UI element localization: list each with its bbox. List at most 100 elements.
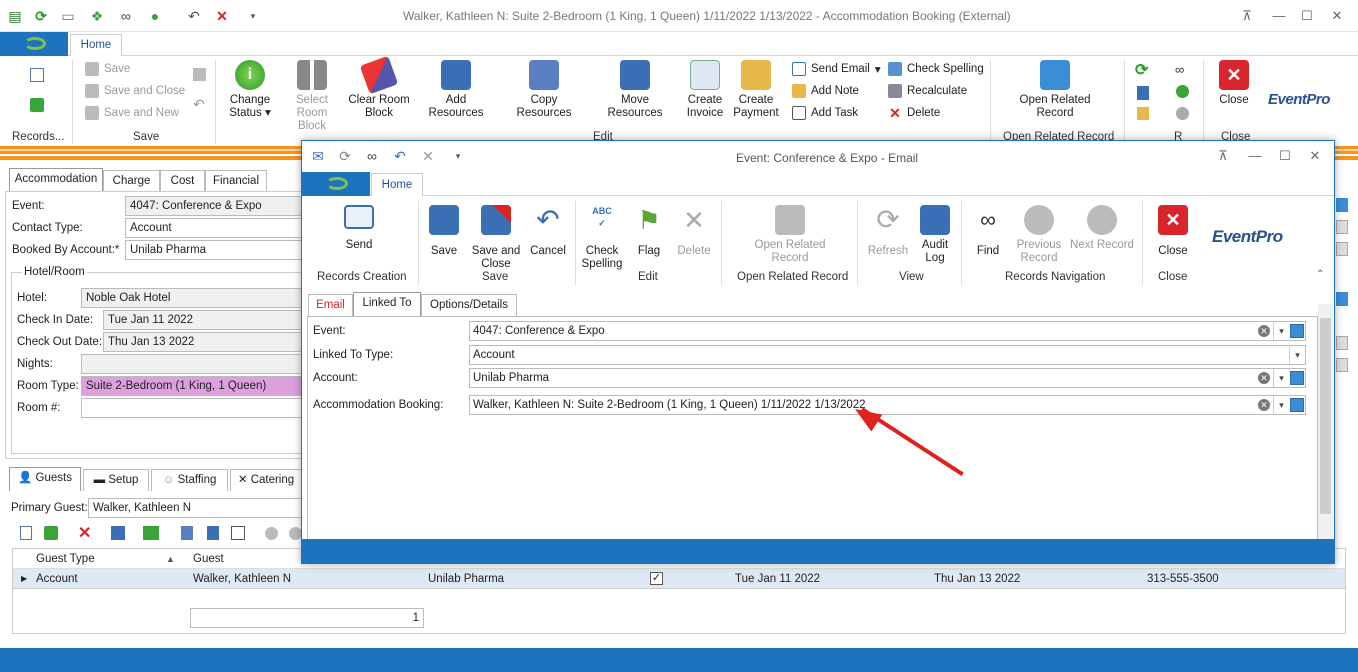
nights-field[interactable] <box>81 354 305 374</box>
accommodation-booking-field[interactable]: Walker, Kathleen N: Suite 2-Bedroom (1 K… <box>469 395 1306 415</box>
form-icon[interactable]: ▤ <box>5 7 25 25</box>
minimize-button[interactable]: — <box>1268 6 1290 26</box>
find-icon[interactable]: ∞ <box>1175 62 1184 77</box>
dialog-delete-button[interactable]: ✕ Delete <box>674 205 714 258</box>
clear-icon[interactable]: ✕ <box>1258 399 1270 411</box>
booked-by-field[interactable]: Unilab Pharma <box>125 240 305 260</box>
tab-guests[interactable]: 👤 Guests <box>9 467 81 491</box>
chevron-down-icon[interactable]: ▾ <box>1273 369 1289 387</box>
primary-guest-field[interactable]: Walker, Kathleen N <box>88 498 305 518</box>
tab-catering[interactable]: ✕ Catering <box>230 469 302 491</box>
copy-record-icon[interactable] <box>30 98 44 112</box>
notes-icon[interactable] <box>1137 107 1149 120</box>
previous-icon[interactable] <box>1176 85 1189 98</box>
tab-options-details[interactable]: Options/Details <box>421 294 517 316</box>
next-icon[interactable] <box>1176 107 1189 120</box>
copy-icon[interactable]: ❖ <box>87 7 107 25</box>
dialog-save-close-button[interactable]: Save and Close <box>468 205 524 271</box>
create-invoice-button[interactable]: Create Invoice <box>684 60 726 120</box>
link-icon[interactable] <box>1336 198 1348 212</box>
dialog-account-field[interactable]: Unilab Pharma ✕ ▾ <box>469 368 1306 388</box>
link-icon[interactable] <box>1290 371 1304 385</box>
customize-qat-icon[interactable]: ▾ <box>448 147 468 165</box>
send-button[interactable]: Send <box>332 205 386 252</box>
close-window-button[interactable]: ✕ <box>1326 6 1348 26</box>
table-row[interactable]: ▶ Account Walker, Kathleen N Unilab Phar… <box>13 569 1345 589</box>
save-button[interactable]: Save <box>85 62 130 76</box>
clear-icon[interactable]: ✕ <box>1258 325 1270 337</box>
refresh-icon[interactable]: ⟳ <box>335 147 355 165</box>
collapse-ribbon-icon[interactable]: ⌃ <box>1316 269 1324 280</box>
new-guest-icon[interactable] <box>20 526 32 540</box>
find-icon[interactable]: ∞ <box>362 147 382 165</box>
tab-staffing[interactable]: ☺ Staffing <box>151 469 228 491</box>
previous-record-button[interactable]: Previous Record <box>1014 205 1064 265</box>
save-all-icon[interactable] <box>193 68 206 81</box>
add-note-button[interactable]: Add Note <box>792 84 859 98</box>
move-up-icon[interactable] <box>265 527 278 540</box>
save-close-button[interactable]: Save and Close <box>85 84 185 98</box>
column-guest-type[interactable]: Guest Type <box>36 549 95 569</box>
dropdown-icon[interactable] <box>1336 242 1348 256</box>
next-record-button[interactable]: Next Record <box>1070 205 1134 252</box>
email-icon[interactable]: ✉ <box>308 147 328 165</box>
close-button[interactable]: ✕ Close <box>1212 60 1256 107</box>
select-room-block-button[interactable]: Select Room Block <box>282 60 342 133</box>
column-guest[interactable]: Guest <box>193 549 224 569</box>
save-new-button[interactable]: Save and New <box>85 106 179 120</box>
send-email-button[interactable]: Send Email ▾ <box>792 62 881 76</box>
new-record-icon[interactable] <box>30 68 44 82</box>
audit-icon[interactable] <box>1137 86 1149 100</box>
tab-charge[interactable]: Charge <box>103 170 160 192</box>
chevron-down-icon[interactable]: ▾ <box>1273 322 1289 340</box>
dialog-event-field[interactable]: 4047: Conference & Expo ✕ ▾ <box>469 321 1306 341</box>
dropdown-icon[interactable] <box>1336 220 1348 234</box>
primary-checkbox[interactable]: ✓ <box>650 572 663 585</box>
hotel-field[interactable]: Noble Oak Hotel <box>81 288 305 308</box>
undo-icon[interactable]: ↶ <box>193 96 205 113</box>
recalculate-button[interactable]: Recalculate <box>888 84 967 98</box>
delete-button[interactable]: ✕ Delete <box>888 106 940 120</box>
dialog-find-button[interactable]: ∞ Find <box>970 205 1006 258</box>
dialog-check-spelling-button[interactable]: ABC ✓ Check Spelling <box>580 205 624 271</box>
details-icon[interactable] <box>231 526 245 540</box>
tab-setup[interactable]: ▬ Setup <box>83 469 149 491</box>
find-icon[interactable]: ∞ <box>116 7 136 25</box>
dropdown-icon[interactable] <box>1336 358 1348 372</box>
clear-icon[interactable]: ✕ <box>1258 372 1270 384</box>
copy-guest-icon[interactable] <box>44 526 58 540</box>
linked-to-type-select[interactable]: Account ▾ <box>469 345 1306 365</box>
dialog-cancel-button[interactable]: ↶ Cancel <box>528 205 568 258</box>
check-out-field[interactable]: Thu Jan 13 2022 <box>103 332 305 352</box>
room-type-field[interactable]: Suite 2-Bedroom (1 King, 1 Queen) <box>81 376 305 396</box>
event-field[interactable]: 4047: Conference & Expo <box>125 196 305 216</box>
pin-icon[interactable]: ⊼ <box>1236 6 1258 26</box>
add-multiple-icon[interactable] <box>143 526 159 540</box>
dialog-tab-home[interactable]: Home <box>371 173 423 196</box>
link-icon[interactable] <box>1290 398 1304 412</box>
tab-financial[interactable]: Financial <box>205 170 267 192</box>
undo-icon[interactable]: ↶ <box>184 7 204 25</box>
add-task-button[interactable]: Add Task <box>792 106 858 120</box>
link-icon[interactable] <box>1336 292 1348 306</box>
refresh-icon[interactable]: ⟳ <box>1135 60 1148 80</box>
status-icon[interactable]: ● <box>145 7 165 25</box>
tab-cost[interactable]: Cost <box>160 170 205 192</box>
customize-qat-icon[interactable]: ▾ <box>243 7 263 25</box>
audit-log-button[interactable]: Audit Log <box>914 205 956 265</box>
copy-resources-button[interactable]: Copy Resources <box>502 60 586 120</box>
tab-home[interactable]: Home <box>70 34 122 56</box>
app-menu-button[interactable] <box>0 32 68 56</box>
delete-guest-icon[interactable]: ✕ <box>78 523 91 543</box>
tab-accommodation[interactable]: Accommodation <box>9 168 103 192</box>
undo-icon[interactable]: ↶ <box>390 147 410 165</box>
new-record-icon[interactable]: ▭ <box>58 7 78 25</box>
tab-email[interactable]: Email <box>308 294 353 316</box>
dialog-open-related-record-button[interactable]: Open Related Record <box>748 205 832 265</box>
refresh-icon[interactable]: ⟳ <box>31 7 51 25</box>
dropdown-icon[interactable] <box>1336 336 1348 350</box>
open-icon[interactable] <box>207 526 219 540</box>
tab-linked-to[interactable]: Linked To <box>353 292 421 316</box>
contact-type-field[interactable]: Account <box>125 218 305 238</box>
maximize-button[interactable]: ☐ <box>1296 6 1318 26</box>
